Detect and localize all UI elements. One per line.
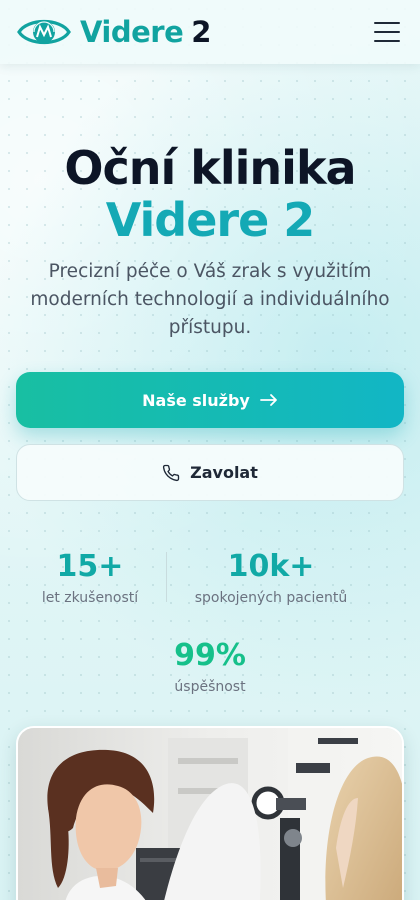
call-button[interactable]: Zavolat <box>16 444 404 501</box>
clinic-photo-illustration <box>18 728 402 900</box>
stat-success: 99% úspěšnost <box>140 638 280 696</box>
hero-title: Oční klinika Videre 2 <box>0 142 420 246</box>
call-button-label: Zavolat <box>190 463 258 482</box>
hero-title-line1: Oční klinika <box>64 141 356 195</box>
stat-label: let zkušeností <box>41 590 139 606</box>
stats-divider <box>166 552 167 602</box>
stat-value: 15+ <box>56 549 124 584</box>
brand-name: Videre <box>80 15 184 49</box>
stat-label: spokojených pacientů <box>194 590 348 606</box>
hamburger-menu-icon[interactable] <box>374 22 400 42</box>
stat-experience: 15+ let zkušeností <box>20 549 160 607</box>
hero-title-line2: Videre 2 <box>105 193 316 247</box>
arrow-right-icon <box>259 394 277 406</box>
services-button-label: Naše služby <box>142 390 250 410</box>
stat-value: 10k+ <box>227 549 315 584</box>
stat-patients: 10k+ spokojených pacientů <box>180 549 362 607</box>
eye-logo-icon[interactable] <box>16 14 72 50</box>
clinic-photo <box>16 726 404 900</box>
stat-value: 99% <box>174 638 246 673</box>
top-header: Videre 2 <box>0 0 420 64</box>
services-button[interactable]: Naše služby <box>16 372 404 428</box>
brand-logo-text[interactable]: Videre 2 <box>80 15 211 49</box>
stat-label: úspěšnost <box>174 679 246 695</box>
phone-icon <box>163 464 180 481</box>
brand-number: 2 <box>191 15 211 49</box>
hero-subtitle: Precizní péče o Váš zrak s využitím mode… <box>30 261 390 338</box>
